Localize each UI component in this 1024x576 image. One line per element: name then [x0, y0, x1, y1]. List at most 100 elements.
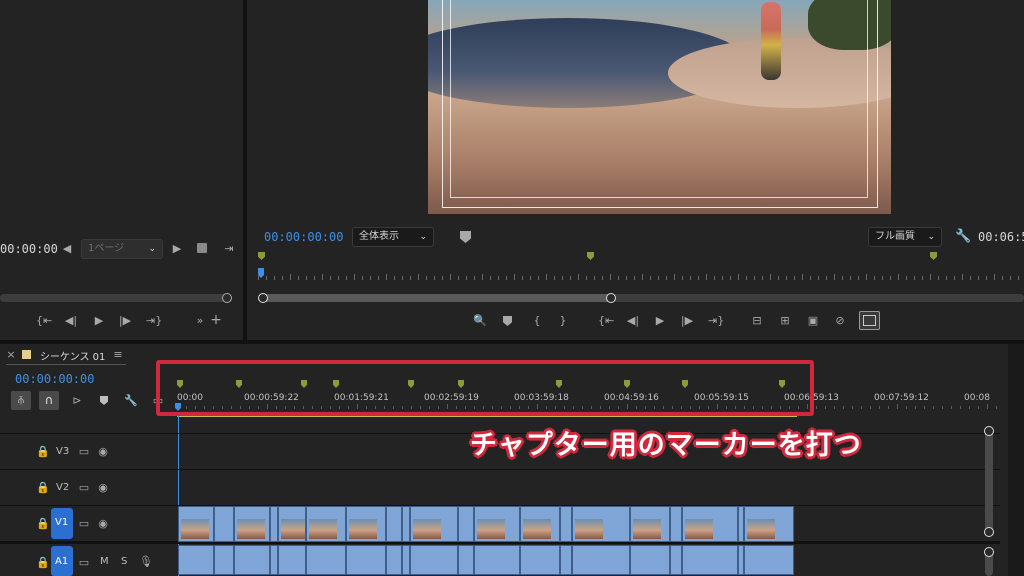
toggle-output-v2-icon[interactable]: ◉: [96, 481, 110, 495]
video-clip[interactable]: [402, 506, 410, 542]
step-back-icon[interactable]: ◀|: [626, 314, 640, 328]
nest-sequence-button[interactable]: ⫚: [11, 391, 31, 410]
extract-icon[interactable]: ⊞: [776, 314, 794, 328]
audio-clip[interactable]: [458, 545, 474, 575]
close-tab-icon[interactable]: ×: [6, 348, 16, 362]
audio-clip[interactable]: [682, 545, 738, 575]
video-clip[interactable]: [520, 506, 560, 542]
solo-a1-button[interactable]: S: [121, 556, 127, 567]
program-marker[interactable]: [258, 252, 265, 260]
zoom-range-bar[interactable]: [262, 294, 612, 302]
lock-track-v2-icon[interactable]: 🔒: [36, 481, 50, 495]
mark-out-icon[interactable]: }: [558, 314, 568, 328]
sequence-timecode[interactable]: 00:00:00:00: [15, 372, 94, 386]
audio-clip[interactable]: [744, 545, 794, 575]
go-to-in-icon[interactable]: {⇤: [598, 314, 614, 328]
wrench-icon[interactable]: 🔧: [955, 230, 971, 244]
page-select[interactable]: 1ページ ⌄: [81, 239, 163, 259]
audio-clip[interactable]: [572, 545, 630, 575]
lift-icon[interactable]: ⊟: [748, 314, 766, 328]
audio-clip[interactable]: [234, 545, 270, 575]
audio-clip[interactable]: [402, 545, 410, 575]
panel-menu-icon[interactable]: ≡: [112, 348, 124, 362]
audio-clip[interactable]: [520, 545, 560, 575]
linked-selection-icon[interactable]: ⊳: [70, 394, 84, 408]
video-clip[interactable]: [270, 506, 278, 542]
toggle-output-v3-icon[interactable]: ◉: [96, 445, 110, 459]
video-clip[interactable]: [744, 506, 794, 542]
video-clip[interactable]: [234, 506, 270, 542]
audio-scroll-handle-top[interactable]: [984, 547, 994, 557]
audio-clip[interactable]: [278, 545, 306, 575]
zoom-handle-left[interactable]: [258, 293, 268, 303]
video-clip[interactable]: [474, 506, 520, 542]
audio-clip[interactable]: [410, 545, 458, 575]
prev-page-icon[interactable]: ◀: [62, 242, 72, 256]
quality-select[interactable]: フル画質 ⌄: [868, 227, 942, 247]
video-clip[interactable]: [682, 506, 738, 542]
video-track-scrollbar[interactable]: [985, 428, 993, 534]
video-scroll-handle-top[interactable]: [984, 426, 994, 436]
video-clip[interactable]: [458, 506, 474, 542]
safe-margins-toggle-icon[interactable]: [859, 311, 880, 330]
sequence-tab-name[interactable]: シーケンス 01: [40, 348, 105, 363]
export-frame-search-icon[interactable]: 🔍: [473, 314, 487, 328]
video-clip[interactable]: [178, 506, 214, 542]
program-marker[interactable]: [930, 252, 937, 260]
video-clip[interactable]: [214, 506, 234, 542]
video-clip[interactable]: [560, 506, 572, 542]
program-marker[interactable]: [587, 252, 594, 260]
video-clip[interactable]: [306, 506, 346, 542]
sync-lock-v1-icon[interactable]: ▭: [78, 517, 90, 531]
audio-clip[interactable]: [306, 545, 346, 575]
play-icon[interactable]: ▶: [653, 314, 667, 328]
step-forward-icon[interactable]: |▶: [118, 314, 132, 328]
audio-clip[interactable]: [270, 545, 278, 575]
sync-lock-v3-icon[interactable]: ▭: [78, 445, 90, 459]
audio-clip[interactable]: [214, 545, 234, 575]
toggle-output-v1-icon[interactable]: ◉: [96, 517, 110, 531]
video-clip[interactable]: [278, 506, 306, 542]
mark-in-icon[interactable]: {⇤: [36, 314, 52, 328]
audio-clip[interactable]: [346, 545, 386, 575]
sync-lock-a1-icon[interactable]: ▭: [78, 556, 90, 570]
video-clip[interactable]: [670, 506, 682, 542]
lock-track-a1-icon[interactable]: 🔒: [36, 556, 50, 570]
voice-over-mic-icon[interactable]: 🎙: [139, 555, 153, 569]
video-clip[interactable]: [572, 506, 630, 542]
camera-icon[interactable]: ▣: [806, 314, 820, 328]
video-clip[interactable]: [346, 506, 386, 542]
mark-in-icon[interactable]: {: [532, 314, 542, 328]
go-to-out-icon[interactable]: ⇥}: [708, 314, 724, 328]
source-scrubber[interactable]: [0, 294, 232, 302]
audio-clip[interactable]: [178, 545, 214, 575]
stop-icon[interactable]: [197, 243, 207, 253]
play-icon[interactable]: ▶: [92, 314, 106, 328]
more-icon[interactable]: »: [194, 314, 206, 328]
audio-clip[interactable]: [474, 545, 520, 575]
snap-button[interactable]: ∩: [39, 391, 59, 410]
zoom-select[interactable]: 全体表示 ⌄: [352, 227, 434, 247]
step-forward-icon[interactable]: |▶: [680, 314, 694, 328]
forward-icon[interactable]: ⇥: [222, 242, 236, 256]
audio-clip[interactable]: [630, 545, 670, 575]
zoom-handle-right[interactable]: [606, 293, 616, 303]
video-scroll-handle-bottom[interactable]: [984, 527, 994, 537]
step-back-icon[interactable]: ◀|: [64, 314, 78, 328]
video-clip[interactable]: [410, 506, 458, 542]
comparison-icon[interactable]: ⊘: [832, 314, 848, 328]
mark-out-icon[interactable]: ⇥}: [146, 314, 162, 328]
source-scrub-handle[interactable]: [222, 293, 232, 303]
program-timecode[interactable]: 00:00:00:00: [264, 230, 343, 244]
video-clip[interactable]: [386, 506, 402, 542]
next-page-icon[interactable]: ▶: [172, 242, 182, 256]
mute-a1-button[interactable]: M: [100, 556, 109, 567]
lock-track-v3-icon[interactable]: 🔒: [36, 445, 50, 459]
video-clip[interactable]: [630, 506, 670, 542]
audio-clip[interactable]: [670, 545, 682, 575]
audio-clip[interactable]: [386, 545, 402, 575]
program-ruler[interactable]: [258, 252, 1024, 282]
audio-clip[interactable]: [560, 545, 572, 575]
timeline-settings-wrench-icon[interactable]: 🔧: [124, 394, 138, 408]
add-button-icon[interactable]: +: [210, 313, 222, 327]
